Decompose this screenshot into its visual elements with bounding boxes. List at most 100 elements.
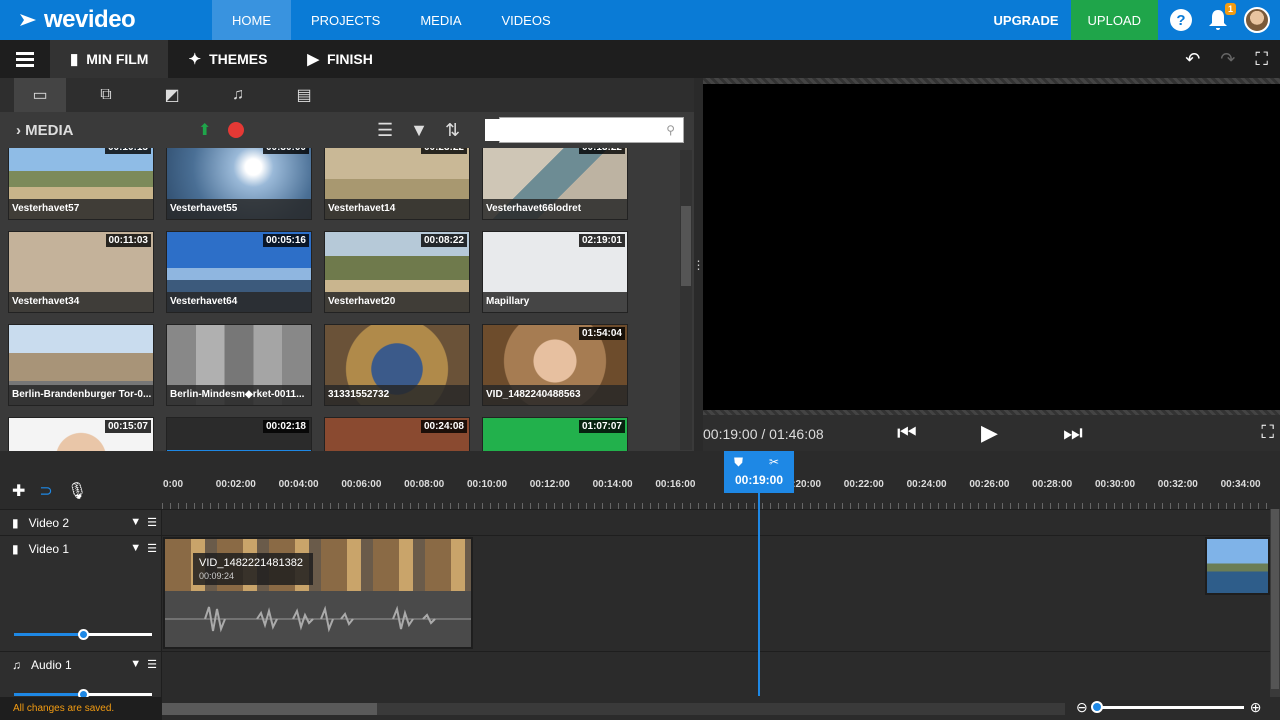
- media-scrollbar[interactable]: [680, 150, 692, 450]
- thumbnail-label: Vesterhavet57: [9, 199, 153, 219]
- skip-back-icon[interactable]: ⏮: [897, 420, 917, 446]
- media-thumbnail[interactable]: 31331552732: [324, 324, 470, 406]
- marker-icon[interactable]: ⛊: [734, 455, 743, 470]
- media-title[interactable]: › MEDIA: [16, 122, 74, 139]
- ruler-tick-label: 00:28:00: [1032, 479, 1073, 490]
- thumbnail-duration: 01:07:07: [578, 420, 625, 433]
- media-thumbnail[interactable]: 00:15:07: [8, 417, 154, 451]
- thumbnail-label: Vesterhavet20: [325, 292, 469, 312]
- undo-icon[interactable]: ↶: [1185, 49, 1200, 70]
- zoom-slider[interactable]: [1090, 701, 1244, 713]
- tab-transitions-icon[interactable]: ⧉: [80, 78, 132, 112]
- film-icon: ▮: [70, 51, 79, 68]
- notification-badge: 1: [1224, 3, 1236, 15]
- tab-finish[interactable]: ▶ FINISH: [287, 40, 392, 78]
- media-thumbnail[interactable]: 00:05:16 Vesterhavet64: [166, 231, 312, 313]
- redo-icon[interactable]: ↷: [1220, 49, 1235, 70]
- thumbnail-duration: 00:23:22: [420, 148, 467, 154]
- tab-media-icon[interactable]: ▭: [14, 78, 66, 112]
- top-nav: wevideo HOME PROJECTS MEDIA VIDEOS UPGRA…: [0, 0, 1280, 40]
- search-input[interactable]: [485, 119, 667, 141]
- skip-forward-icon[interactable]: ⏭: [1063, 420, 1083, 446]
- sort-icon[interactable]: ⇅: [445, 120, 460, 141]
- ruler-tick-label: 00:22:00: [843, 479, 884, 490]
- ruler-tick-label: 0:00: [162, 479, 184, 490]
- thumbnail-duration: 00:15:07: [104, 420, 151, 433]
- media-thumbnail[interactable]: 01:07:07: [482, 417, 628, 451]
- wevideo-logo[interactable]: wevideo: [0, 0, 212, 40]
- zoom-out-icon[interactable]: ⊖: [1076, 699, 1088, 716]
- timeline-horizontal-scrollbar[interactable]: [162, 703, 1065, 715]
- ruler-tick-label: 00:06:00: [341, 479, 382, 490]
- nav-videos[interactable]: VIDEOS: [482, 0, 571, 40]
- nav-media[interactable]: MEDIA: [400, 0, 481, 40]
- thumbnail-duration: 00:02:18: [262, 420, 309, 433]
- clip-duration: 00:09:24: [199, 571, 235, 581]
- ruler-tick-label: 00:08:00: [404, 479, 445, 490]
- audio-waveform: [165, 605, 471, 633]
- ruler-tick-label: 00:02:00: [215, 479, 256, 490]
- volume-slider[interactable]: [14, 689, 152, 700]
- avatar[interactable]: [1244, 7, 1270, 33]
- media-thumbnail[interactable]: 00:08:22 Vesterhavet20: [324, 231, 470, 313]
- magnet-icon[interactable]: ⊃: [39, 481, 52, 501]
- timeline-ruler[interactable]: 0:00 00:02:00 00:04:00 00:06:00 00:08:00 00:1…: [162, 471, 1280, 509]
- track-dropdown-icon[interactable]: ▼: [130, 516, 141, 529]
- thumbnail-label: Vesterhavet34: [9, 292, 153, 312]
- hamburger-menu-icon[interactable]: [0, 40, 50, 78]
- fullscreen-icon[interactable]: ⛶: [1255, 49, 1268, 70]
- media-thumbnail[interactable]: 00:13:22 Vesterhavet66lodret: [482, 148, 628, 220]
- tab-backgrounds-icon[interactable]: ◩: [146, 78, 198, 112]
- timeline-vertical-scrollbar[interactable]: [1270, 509, 1280, 697]
- filter-icon[interactable]: ▼: [410, 120, 428, 141]
- thumbnail-label: Berlin-Mindesm◆rket-0011...: [167, 385, 311, 405]
- track-menu-icon[interactable]: ☰: [147, 542, 157, 555]
- track-menu-icon[interactable]: ☰: [147, 516, 157, 529]
- tab-project[interactable]: ▮ MIN FILM: [50, 40, 169, 78]
- ruler-tick-label: 00:12:00: [529, 479, 570, 490]
- thumbnail-duration: 00:11:03: [105, 234, 151, 247]
- add-track-icon[interactable]: ✚: [12, 481, 25, 501]
- tab-audio-icon[interactable]: ♫: [212, 78, 264, 112]
- upgrade-button[interactable]: UPGRADE: [982, 13, 1071, 28]
- media-thumbnail[interactable]: Berlin-Mindesm◆rket-0011...: [166, 324, 312, 406]
- nav-projects[interactable]: PROJECTS: [291, 0, 400, 40]
- video-clip-thumbnail[interactable]: [1205, 537, 1270, 595]
- play-button[interactable]: ▶: [981, 420, 998, 446]
- media-thumbnail[interactable]: 00:02:18: [166, 417, 312, 451]
- track-dropdown-icon[interactable]: ▼: [130, 542, 141, 555]
- search-box[interactable]: ⚲: [485, 117, 684, 143]
- media-thumbnail[interactable]: 02:19:01 Mapillary: [482, 231, 628, 313]
- media-thumbnail[interactable]: 00:10:15 Vesterhavet57: [8, 148, 154, 220]
- panel-splitter[interactable]: ⋮: [693, 78, 705, 451]
- track-dropdown-icon[interactable]: ▼: [130, 658, 141, 671]
- preview-fullscreen-icon[interactable]: ⛶: [1261, 422, 1274, 443]
- media-thumbnail[interactable]: 01:54:04 VID_1482240488563: [482, 324, 628, 406]
- preview-screen[interactable]: [703, 84, 1280, 410]
- media-thumbnail[interactable]: 00:30:00 Vesterhavet55: [166, 148, 312, 220]
- microphone-icon[interactable]: 🎙: [67, 481, 87, 501]
- upload-arrow-icon[interactable]: ⬆: [198, 120, 211, 140]
- notifications-button[interactable]: 1: [1206, 3, 1236, 32]
- ruler-tick-label: 00:32:00: [1157, 479, 1198, 490]
- volume-slider[interactable]: [14, 629, 152, 640]
- record-icon[interactable]: [228, 122, 244, 138]
- media-grid: 00:10:15 Vesterhavet57 00:30:00 Vesterhavet…: [0, 148, 680, 451]
- media-thumbnail[interactable]: 00:23:22 Vesterhavet14: [324, 148, 470, 220]
- media-thumbnail[interactable]: 00:11:03 Vesterhavet34: [8, 231, 154, 313]
- thumbnail-label: Mapillary: [483, 292, 627, 312]
- split-scissors-icon[interactable]: ✂: [769, 455, 779, 470]
- upload-button[interactable]: UPLOAD: [1070, 0, 1158, 40]
- list-view-icon[interactable]: ☰: [377, 120, 393, 141]
- tab-themes[interactable]: ✦ THEMES: [168, 40, 287, 78]
- video-clip[interactable]: VID_1482221481382 00:09:24: [163, 537, 473, 649]
- help-icon[interactable]: ?: [1170, 9, 1192, 31]
- nav-home[interactable]: HOME: [212, 0, 291, 40]
- ruler-tick-label: 00:26:00: [969, 479, 1010, 490]
- media-thumbnail[interactable]: 00:24:08: [324, 417, 470, 451]
- zoom-in-icon[interactable]: ⊕: [1250, 699, 1262, 716]
- playhead[interactable]: ⛊ ✂ 00:19:00: [724, 451, 794, 493]
- track-menu-icon[interactable]: ☰: [147, 658, 157, 671]
- tab-text-icon[interactable]: ▤: [278, 78, 330, 112]
- media-thumbnail[interactable]: Berlin-Brandenburger Tor-0...: [8, 324, 154, 406]
